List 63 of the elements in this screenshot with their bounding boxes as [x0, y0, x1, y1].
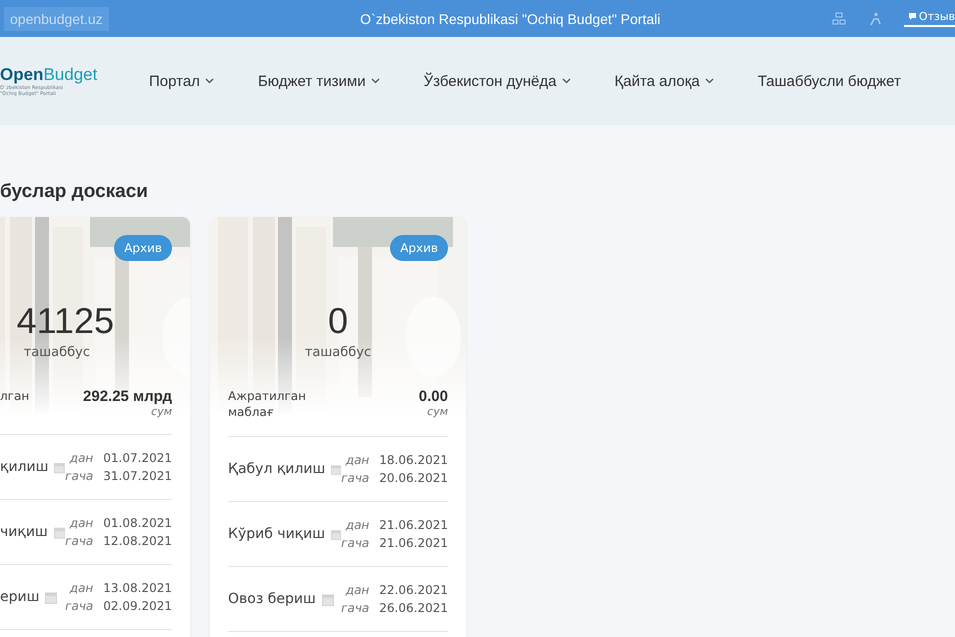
funds-value: 0.00	[418, 388, 448, 405]
date-to-label: гача	[341, 536, 370, 550]
start-date: 13.08.2021	[103, 581, 172, 595]
date-to-label: гача	[65, 599, 94, 613]
accessibility-icon[interactable]	[868, 12, 882, 26]
portal-title: O`zbekiston Respublikasi "Ochiq Budget" Portali	[359, 10, 662, 26]
start-date: 18.06.2021	[379, 453, 448, 468]
date-from-label: дан	[344, 453, 370, 468]
nav-menu-item[interactable]: Бюджет тизими	[258, 72, 380, 90]
date-from-label: дан	[68, 581, 94, 595]
end-date: 02.09.2021	[103, 599, 172, 613]
date-to-label: гача	[65, 469, 94, 483]
sitemap-icon[interactable]	[832, 12, 846, 26]
funds-value: 292.25 млрд	[83, 388, 172, 405]
date-from-label: дан	[68, 451, 94, 465]
calendar-icon	[54, 526, 66, 538]
chevron-down-icon	[204, 78, 214, 84]
stage-name: қилиш	[0, 459, 48, 475]
calendar-icon	[331, 528, 342, 541]
date-to-label: гача	[65, 534, 94, 548]
chevron-down-icon	[562, 78, 570, 84]
logo-wordmark[interactable]: OpenBudget	[0, 64, 140, 84]
stage-name: Овоз бериш	[228, 591, 316, 608]
date-to-label: гача	[341, 601, 370, 616]
speech-bubble-icon	[908, 12, 917, 21]
calendar-icon	[331, 462, 342, 476]
stage-name: чиқиш	[0, 524, 48, 540]
date-from-label: дан	[344, 518, 370, 532]
chevron-down-icon	[370, 78, 380, 84]
count-label: ташаббус	[22, 345, 90, 360]
stage-name: ериш	[0, 589, 40, 605]
page-heading: буслар доскаси	[0, 181, 149, 203]
start-date: 01.08.2021	[103, 516, 172, 530]
nav-menu-item[interactable]: Ташаббусли бюджет	[758, 72, 901, 90]
nav-menu-item[interactable]: Қайта алоқа	[614, 72, 714, 90]
calendar-icon	[54, 460, 66, 474]
archive-badge: Архив	[390, 235, 448, 261]
chevron-down-icon	[704, 78, 714, 84]
count-label: ташаббус	[304, 345, 372, 360]
start-date: 21.06.2021	[379, 518, 448, 532]
funds-label: Ажратилган маблағ	[228, 388, 307, 420]
date-from-label: дан	[68, 516, 94, 530]
initiative-count: 41125	[16, 299, 114, 343]
nav-menu-item[interactable]: Портал	[149, 72, 214, 90]
nav-menu-item[interactable]: Ўзбекистон дунёда	[424, 72, 570, 90]
stage-name: Кўриб чиқиш	[228, 526, 326, 542]
initiative-count: 0	[326, 299, 350, 343]
end-date: 20.06.2021	[379, 471, 448, 486]
currency-label: сум	[150, 405, 172, 418]
calendar-icon	[322, 592, 334, 606]
archive-badge: Архив	[114, 235, 172, 261]
end-date: 21.06.2021	[379, 536, 448, 550]
date-from-label: дан	[344, 583, 370, 598]
end-date: 26.06.2021	[379, 601, 448, 616]
start-date: 01.07.2021	[103, 451, 172, 465]
date-to-label: гача	[341, 471, 370, 486]
funds-label: лган	[0, 388, 30, 405]
start-date: 22.06.2021	[379, 583, 448, 598]
stage-name: Қабул қилиш	[228, 461, 326, 478]
end-date: 31.07.2021	[103, 469, 172, 483]
calendar-icon	[45, 590, 58, 604]
currency-label: сум	[426, 405, 448, 418]
end-date: 12.08.2021	[103, 534, 172, 548]
